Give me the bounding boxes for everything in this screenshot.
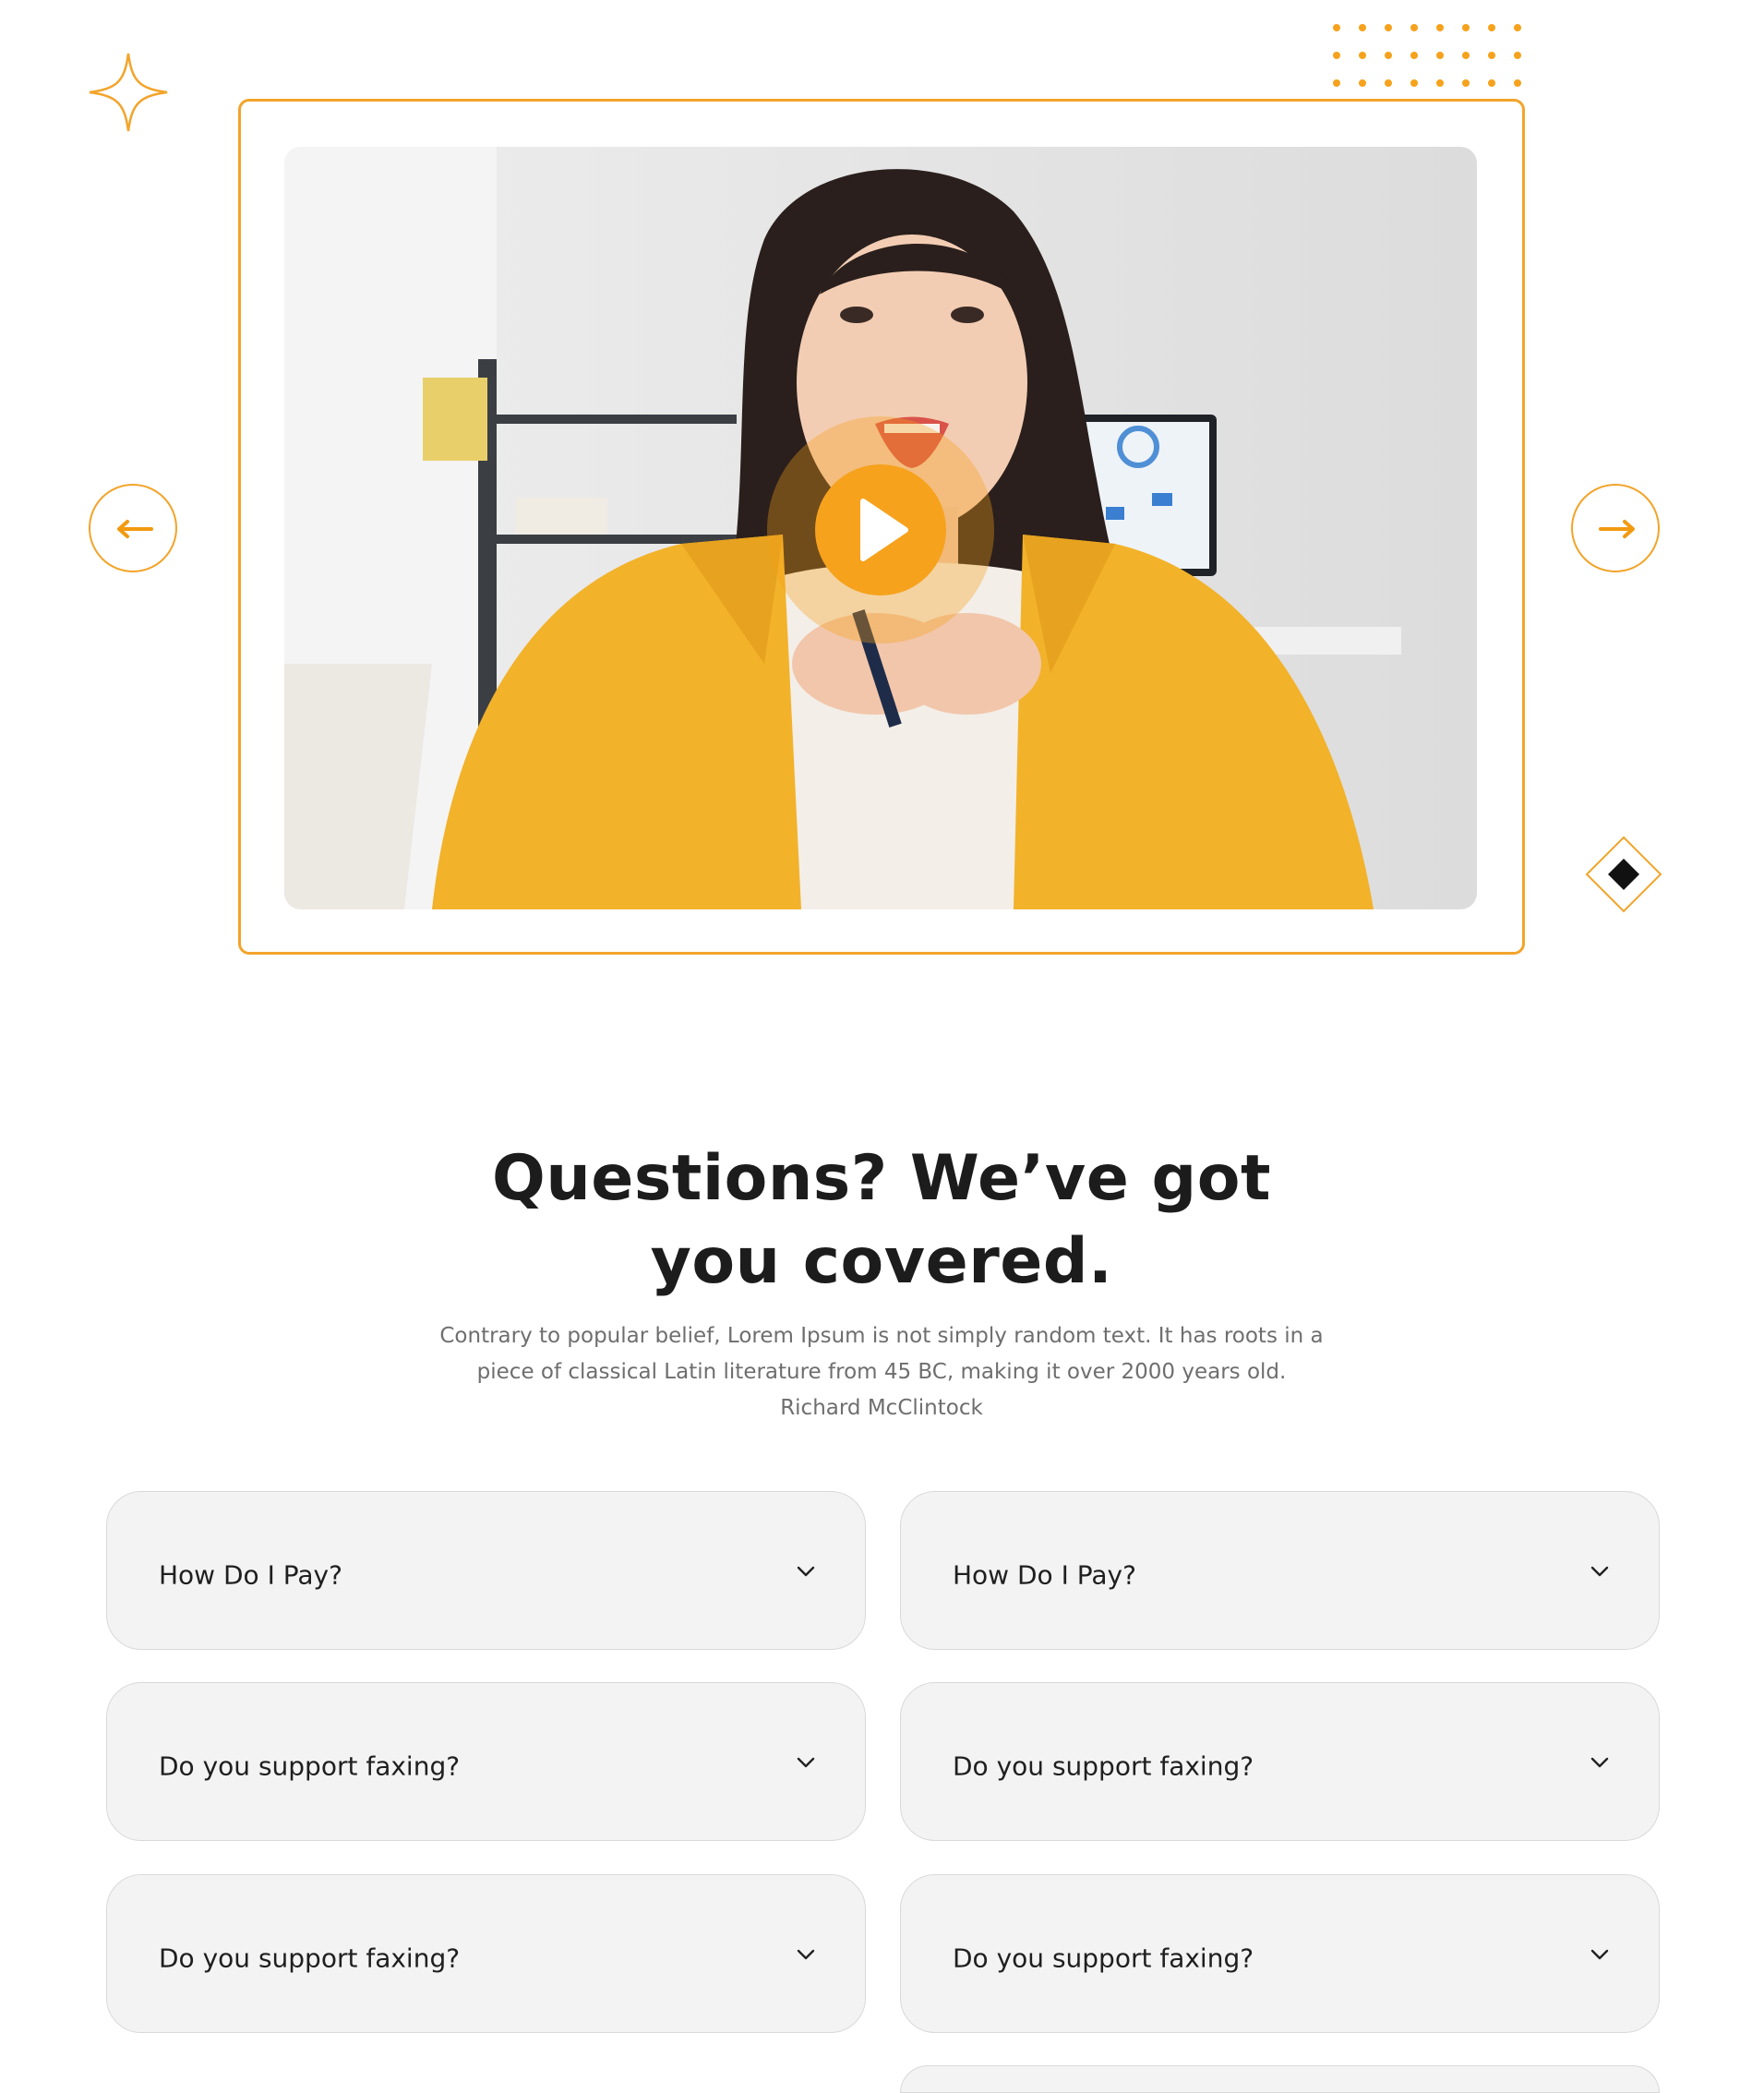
faq-question: Do you support faxing? (159, 1943, 461, 1974)
faq-question: Do you support faxing? (159, 1750, 461, 1782)
play-icon (860, 499, 908, 561)
faq-description: Contrary to popular belief, Lorem Ipsum … (439, 1324, 1324, 1420)
play-button[interactable] (815, 464, 946, 595)
diamond-icon (1585, 836, 1662, 913)
chevron-down-icon (1590, 1949, 1609, 1960)
faq-item-partial[interactable] (900, 2065, 1660, 2093)
chevron-down-icon (797, 1566, 815, 1577)
chevron-down-icon (797, 1757, 815, 1768)
faq-question: How Do I Pay? (159, 1559, 342, 1591)
chevron-down-icon (1590, 1566, 1609, 1577)
arrow-left-icon (117, 520, 153, 538)
faq-item[interactable]: Do you support faxing? (900, 1874, 1660, 2033)
faq-question: Do you support faxing? (953, 1750, 1254, 1782)
dot-grid-decoration (1333, 24, 1521, 87)
faq-item[interactable]: Do you support faxing? (106, 1682, 866, 1841)
previous-slide-button[interactable] (89, 484, 177, 572)
faq-item[interactable]: Do you support faxing? (900, 1682, 1660, 1841)
faq-item[interactable]: Do you support faxing? (106, 1874, 866, 2033)
faq-item[interactable]: How Do I Pay? (106, 1491, 866, 1650)
next-slide-button[interactable] (1571, 484, 1660, 572)
faq-title: Questions? We’ve got you covered. (492, 1142, 1271, 1298)
chevron-down-icon (797, 1949, 815, 1960)
faq-question: Do you support faxing? (953, 1943, 1254, 1974)
arrow-right-icon (1599, 520, 1635, 538)
chevron-down-icon (1590, 1757, 1609, 1768)
faq-item[interactable]: How Do I Pay? (900, 1491, 1660, 1650)
sparkle-icon (89, 53, 168, 132)
faq-question: How Do I Pay? (953, 1559, 1136, 1591)
